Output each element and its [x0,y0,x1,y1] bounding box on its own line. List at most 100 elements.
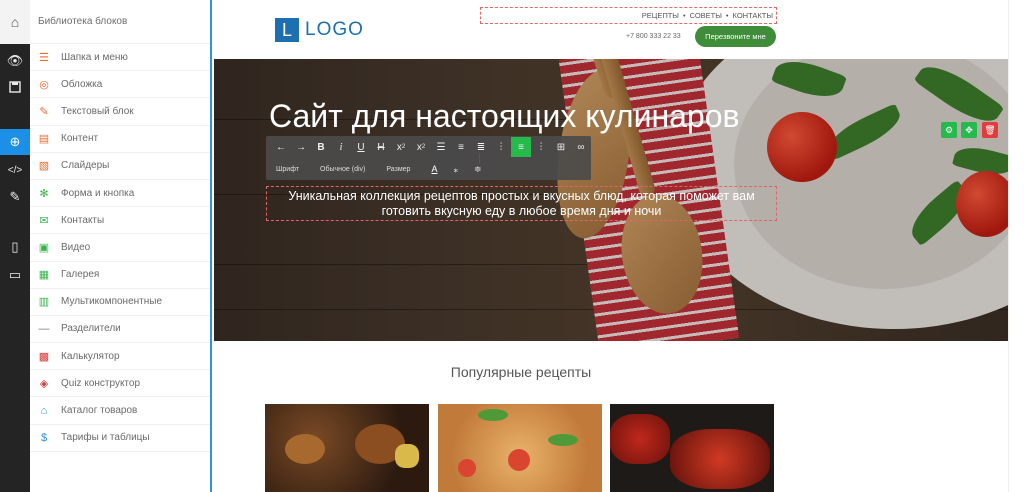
logo-mark: L [275,18,299,42]
block-category-item[interactable]: ▧ Слайдеры [30,153,210,180]
top-navigation[interactable]: РЕЦЕПТЫ • СОВЕТЫ • КОНТАКТЫ [480,7,777,24]
nav-separator: • [682,11,686,20]
block-category-item[interactable]: ▦ Галерея [30,262,210,289]
calculator-icon: ▩ [38,350,50,363]
block-category-item[interactable]: ▩ Калькулятор [30,343,210,371]
slider-icon: ▧ [38,160,50,173]
dollar-icon: $ [40,431,48,444]
phone-number: +7 800 333 22 33 [626,33,681,40]
block-category-label: Форма и кнопка [61,187,135,199]
block-category-item[interactable]: ◎ Обложка [30,71,210,99]
block-category-label: Разделители [61,323,121,335]
block-category-label: Обложка [61,78,103,90]
align-left-icon[interactable]: ⫶ [491,137,511,157]
block-category-label: Мультикомпонентные [61,296,163,308]
recipe-card-image-2[interactable] [438,404,602,492]
multi-icon: ▥ [38,296,50,309]
hero-subtitle[interactable]: Уникальная коллекция рецептов простых и … [266,186,777,221]
block-category-label: Галерея [61,269,100,281]
recipe-card-image-3[interactable] [610,404,774,492]
form-icon: ✻ [39,187,49,200]
block-category-label: Текстовый блок [61,105,134,117]
block-category-item[interactable]: ▣ Видео [30,234,210,262]
nav-link[interactable]: РЕЦЕПТЫ [642,11,679,20]
block-settings-icon[interactable]: ⚙ [941,122,957,138]
video-icon: ▣ [38,241,50,254]
nav-link[interactable]: КОНТАКТЫ [733,11,773,20]
block-category-item[interactable]: ⌂ Каталог товаров [30,397,210,425]
underline-icon[interactable]: U [351,137,371,157]
link-icon[interactable]: ∞ [571,137,591,157]
font-dropdown[interactable]: Шрифт [276,166,299,173]
block-category-item[interactable]: ✉ Контакты [30,207,210,235]
redo-icon[interactable]: → [291,137,311,157]
menu-icon: ☰ [39,51,49,64]
nav-link[interactable]: СОВЕТЫ [690,11,722,20]
recipe-card-image-1[interactable] [265,404,429,492]
hero-cover: Сайт для настоящих кулинаров ← → B i U H… [214,59,1008,341]
block-category-item[interactable]: ▥ Мультикомпонентные [30,289,210,316]
table-icon[interactable]: ⊞ [551,137,571,157]
add-block-icon[interactable]: ⊕ [0,129,30,155]
size-dropdown[interactable]: Размер [386,166,410,173]
block-category-label: Слайдеры [61,160,110,172]
code-icon[interactable]: </> [0,157,30,183]
block-category-label: Шапка и меню [61,51,128,63]
blocks-panel: Библиотека блоков ☰ Шапка и меню ◎ Обложка ✎… [30,0,212,492]
home-icon[interactable]: ⌂ [0,0,30,44]
ordered-list-icon[interactable]: ≡ [451,137,471,157]
gallery-icon: ▦ [38,269,50,282]
bold-icon[interactable]: B [311,137,331,157]
text-format-toolbar: ← → B i U H x2 x2 ☰ ≡ ≣ ⫶ ≡ ⫶ ⊞ ∞ Шрифт … [266,136,591,180]
line-height-icon[interactable]: ≑ [474,164,482,175]
undo-icon[interactable]: ← [271,137,291,157]
block-category-item[interactable]: ▤ Контент [30,126,210,153]
block-move-icon[interactable]: ✥ [961,122,977,138]
block-category-item[interactable]: ✎ Текстовый блок [30,98,210,126]
block-category-item[interactable]: $ Тарифы и таблицы [30,425,210,452]
align-right-icon[interactable]: ⫶ [531,137,551,157]
paragraph-icon[interactable]: ☰ [431,137,451,157]
quiz-icon: ◈ [39,377,49,390]
block-delete-icon[interactable]: 🗑 [982,122,998,138]
strikethrough-icon[interactable]: H [371,137,391,157]
italic-icon[interactable]: i [331,137,351,157]
block-category-item[interactable]: ✻ Форма и кнопка [30,180,210,208]
block-category-item[interactable]: ☰ Шапка и меню [30,44,210,72]
save-icon[interactable] [0,74,30,100]
panel-title: Библиотека блоков [30,0,210,44]
style-dropdown[interactable]: Обычное (div) [320,166,365,173]
section-title: Популярные рецепты [450,364,592,380]
block-category-label: Контент [61,133,99,145]
site-preview: L LOGO РЕЦЕПТЫ • СОВЕТЫ • КОНТАКТЫ +7 800 33… [214,0,1008,492]
text-color-icon[interactable]: A [431,164,437,174]
block-category-label: Каталог товаров [61,405,138,417]
unordered-list-icon[interactable]: ≣ [471,137,491,157]
logo-text: LOGO [305,19,364,40]
block-category-label: Калькулятор [61,350,120,362]
block-category-label: Тарифы и таблицы [61,432,150,444]
text-block-icon: ✎ [39,105,49,118]
preview-eye-icon[interactable]: 👁 [0,48,30,74]
superscript-icon[interactable]: x2 [411,137,431,157]
hero-title[interactable]: Сайт для настоящих кулинаров [269,98,740,135]
block-category-item[interactable]: ◈ Quiz конструктор [30,370,210,398]
align-center-icon[interactable]: ≡ [511,137,531,157]
block-category-item[interactable]: — Разделители [30,316,210,344]
eyedropper-icon[interactable]: ✎ [0,184,30,210]
clear-format-icon[interactable]: ⁎ [453,164,458,175]
mobile-view-icon[interactable]: ▯ [0,234,30,260]
block-category-label: Контакты [61,214,105,226]
callback-button[interactable]: Перезвоните мне [695,26,776,47]
block-category-label: Видео [61,241,91,253]
site-logo[interactable]: L LOGO [275,18,364,42]
subscript-icon[interactable]: x2 [391,137,411,157]
tablet-view-icon[interactable]: ▭ [0,262,30,288]
nav-separator: • [725,11,729,20]
tool-rail: ⌂ 👁 ⊕ </> ✎ ▯ ▭ [0,0,30,492]
target-icon: ◎ [39,78,49,91]
basket-icon: ⌂ [40,404,48,417]
scrollbar[interactable] [1008,0,1024,492]
content-icon: ▤ [38,133,50,146]
block-category-label: Quiz конструктор [61,377,141,389]
